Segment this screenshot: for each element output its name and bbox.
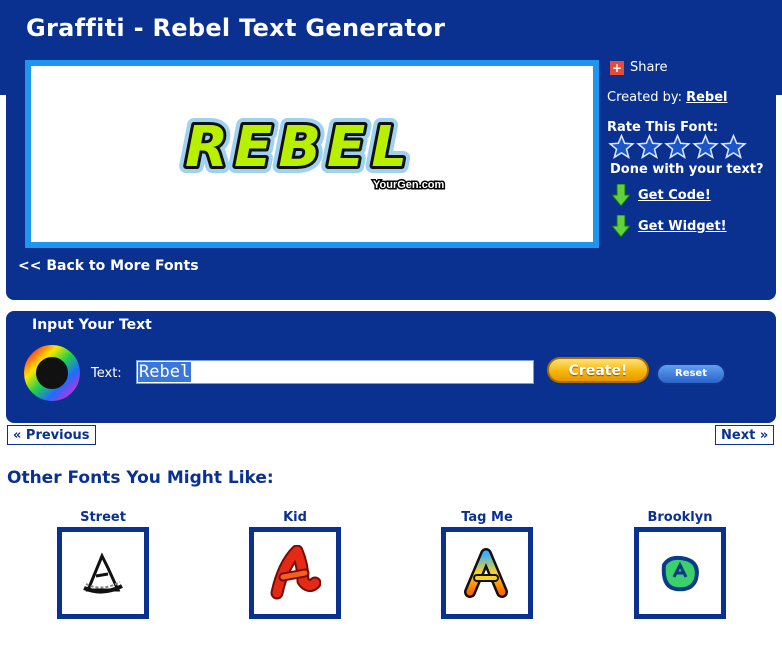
- color-wheel-icon[interactable]: [22, 343, 82, 403]
- font-name[interactable]: Kid: [249, 510, 341, 525]
- font-item-street[interactable]: Street: [57, 510, 149, 619]
- preview-letters: REBEL: [185, 115, 413, 180]
- font-name[interactable]: Street: [57, 510, 149, 525]
- watermark: YourGen.com: [373, 179, 445, 191]
- star-icon[interactable]: [636, 134, 663, 160]
- font-item-brooklyn[interactable]: Brooklyn: [634, 510, 726, 619]
- share-button[interactable]: + Share: [610, 60, 668, 75]
- kid-a-icon: [270, 545, 321, 600]
- reset-button[interactable]: Reset: [656, 363, 726, 385]
- font-thumbnail[interactable]: [634, 527, 726, 619]
- created-by-label: Created by:: [607, 90, 682, 105]
- previous-button[interactable]: « Previous: [7, 425, 96, 445]
- font-thumbnail[interactable]: [249, 527, 341, 619]
- font-item-tag-me[interactable]: Tag Me: [441, 510, 533, 619]
- star-icon[interactable]: [608, 134, 635, 160]
- other-fonts-heading: Other Fonts You Might Like:: [7, 468, 274, 488]
- brooklyn-a-icon: [661, 555, 699, 592]
- rate-label: Rate This Font:: [607, 120, 719, 135]
- star-icon[interactable]: [692, 134, 719, 160]
- tag-me-a-icon: [464, 548, 508, 598]
- get-code-link[interactable]: Get Code!: [612, 184, 711, 206]
- star-icon[interactable]: [664, 134, 691, 160]
- street-a-icon: [83, 552, 123, 594]
- font-name[interactable]: Brooklyn: [634, 510, 726, 525]
- get-code-label[interactable]: Get Code!: [638, 188, 711, 203]
- input-panel-title: Input Your Text: [32, 317, 152, 333]
- share-label: Share: [630, 60, 668, 75]
- plus-icon: +: [610, 60, 624, 75]
- arrow-down-icon: [612, 215, 630, 237]
- page-title: Graffiti - Rebel Text Generator: [26, 14, 446, 42]
- text-preview: REBEL REBEL REBEL YourGen.com: [25, 60, 599, 248]
- font-name[interactable]: Tag Me: [441, 510, 533, 525]
- get-widget-label[interactable]: Get Widget!: [638, 219, 727, 234]
- arrow-down-icon: [612, 184, 630, 206]
- get-widget-link[interactable]: Get Widget!: [612, 215, 727, 237]
- star-icon[interactable]: [720, 134, 747, 160]
- author-link[interactable]: Rebel: [686, 90, 727, 105]
- text-label: Text:: [91, 366, 122, 381]
- rating-stars[interactable]: [608, 134, 747, 160]
- next-button[interactable]: Next »: [715, 425, 775, 445]
- created-by: Created by: Rebel: [607, 90, 728, 105]
- font-item-kid[interactable]: Kid: [249, 510, 341, 619]
- back-to-fonts-link[interactable]: << Back to More Fonts: [18, 258, 199, 274]
- text-input[interactable]: [136, 360, 534, 384]
- create-button[interactable]: Create!: [547, 357, 649, 383]
- font-thumbnail[interactable]: [441, 527, 533, 619]
- rebel-graffiti-preview: REBEL REBEL REBEL YourGen.com: [178, 108, 446, 193]
- input-panel: Input Your Text Text: Rebel Create! Rese…: [6, 311, 776, 423]
- font-thumbnail[interactable]: [57, 527, 149, 619]
- done-label: Done with your text?: [610, 162, 764, 177]
- header-panel: Graffiti - Rebel Text Generator REBEL RE…: [0, 0, 782, 300]
